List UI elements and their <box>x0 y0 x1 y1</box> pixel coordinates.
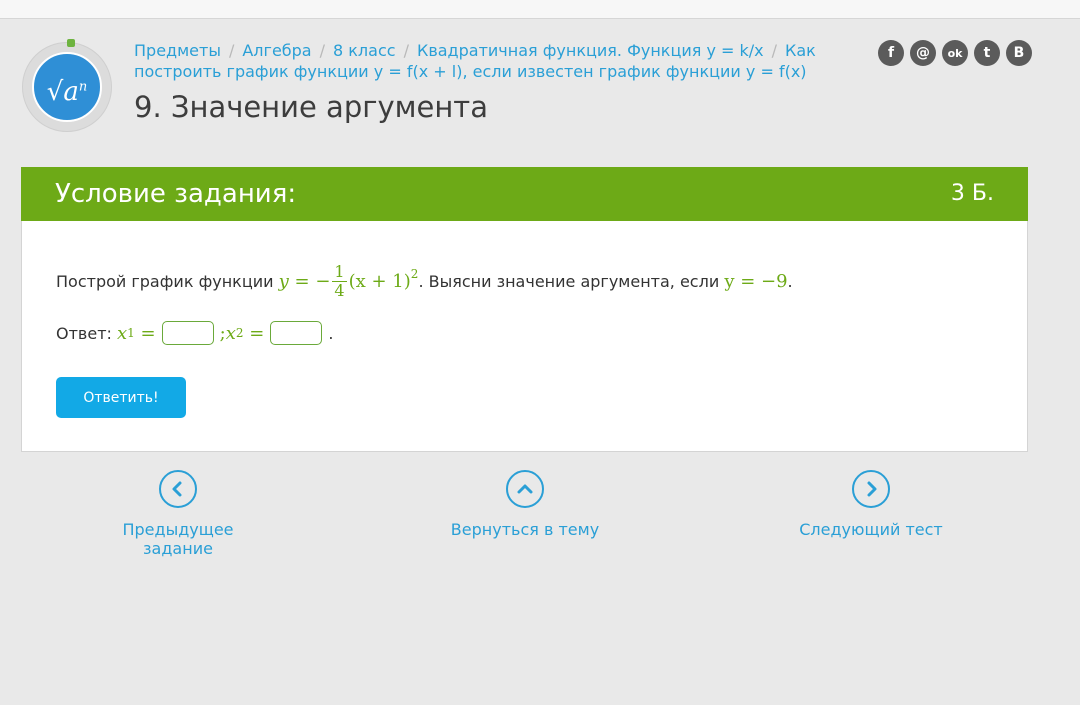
nav-next-label[interactable]: Следующий тест <box>799 520 942 539</box>
x1-eq: = <box>140 322 156 344</box>
odnoklassniki-icon[interactable]: ok <box>942 40 968 66</box>
x1-label: x1 = <box>117 323 156 344</box>
breadcrumb-separator: / <box>771 41 778 60</box>
task-condition: y = −9 <box>724 271 788 292</box>
submit-answer-button[interactable]: Ответить! <box>56 377 186 418</box>
answer-end: . <box>328 323 334 343</box>
task-header-label: Условие задания: <box>55 179 297 209</box>
root-logo-icon: √an <box>32 52 102 122</box>
page-title: 9. Значение аргумента <box>134 90 488 124</box>
task-points: 3 Б. <box>950 181 994 206</box>
x1-var: x <box>117 322 128 344</box>
social-links: f @ ok t B <box>878 40 1032 66</box>
logo-dot-icon <box>67 39 75 47</box>
task-period: . <box>787 272 793 291</box>
facebook-icon[interactable]: f <box>878 40 904 66</box>
answer-row: Ответ: x1 = ; x2 = . <box>56 321 333 345</box>
twitter-icon[interactable]: t <box>974 40 1000 66</box>
formula-fraction: 1 4 <box>332 262 347 300</box>
vk-icon[interactable]: B <box>1006 40 1032 66</box>
nav-prev[interactable]: Предыдущее задание <box>88 470 268 558</box>
fraction-denominator: 4 <box>334 281 345 300</box>
chevron-left-icon[interactable] <box>159 470 197 508</box>
x2-input[interactable] <box>270 321 323 345</box>
formula-rest: (x + 1) <box>348 271 411 292</box>
chevron-right-icon[interactable] <box>852 470 890 508</box>
nav-back[interactable]: Вернуться в тему <box>445 470 605 539</box>
formula-eq: = − <box>294 271 331 292</box>
breadcrumb-separator: / <box>319 41 325 60</box>
task-text-after: . Выясни значение аргумента, если <box>418 272 720 291</box>
nav-prev-label[interactable]: Предыдущее задание <box>122 520 233 558</box>
task-formula: y = − 1 4 (x + 1) 2 <box>279 263 419 300</box>
breadcrumb-separator: / <box>403 41 409 60</box>
site-logo[interactable]: √an <box>22 39 112 132</box>
breadcrumb-grade[interactable]: 8 класс <box>333 41 396 60</box>
breadcrumb-separator: / <box>228 41 235 60</box>
fraction-numerator: 1 <box>332 262 347 282</box>
task-text-before: Построй график функции <box>56 272 274 291</box>
breadcrumb: Предметы / Алгебра / 8 класс / Квадратичная фу… <box>134 40 824 82</box>
mail-icon[interactable]: @ <box>910 40 936 66</box>
x2-sub: 2 <box>235 326 244 340</box>
chevron-up-icon[interactable] <box>506 470 544 508</box>
x1-input[interactable] <box>161 321 214 345</box>
task-header: Условие задания: 3 Б. <box>21 167 1028 221</box>
nav-back-label[interactable]: Вернуться в тему <box>451 520 599 539</box>
breadcrumb-subjects[interactable]: Предметы <box>134 41 221 60</box>
breadcrumb-algebra[interactable]: Алгебра <box>242 41 311 60</box>
x2-eq: = <box>249 322 265 344</box>
task-body: Построй график функции y = − 1 4 (x + 1)… <box>21 221 1028 452</box>
answer-label: Ответ: <box>56 323 112 343</box>
nav-next[interactable]: Следующий тест <box>796 470 946 539</box>
formula-exponent: 2 <box>410 266 419 281</box>
x2-label: x2 = <box>226 323 265 344</box>
top-bar <box>0 0 1080 19</box>
formula-lhs: y <box>278 271 289 292</box>
x2-var: x <box>225 322 236 344</box>
task-statement: Построй график функции y = − 1 4 (x + 1)… <box>56 263 793 300</box>
breadcrumb-topic[interactable]: Квадратичная функция. Функция y = k/x <box>417 41 764 60</box>
x1-sub: 1 <box>127 326 135 340</box>
